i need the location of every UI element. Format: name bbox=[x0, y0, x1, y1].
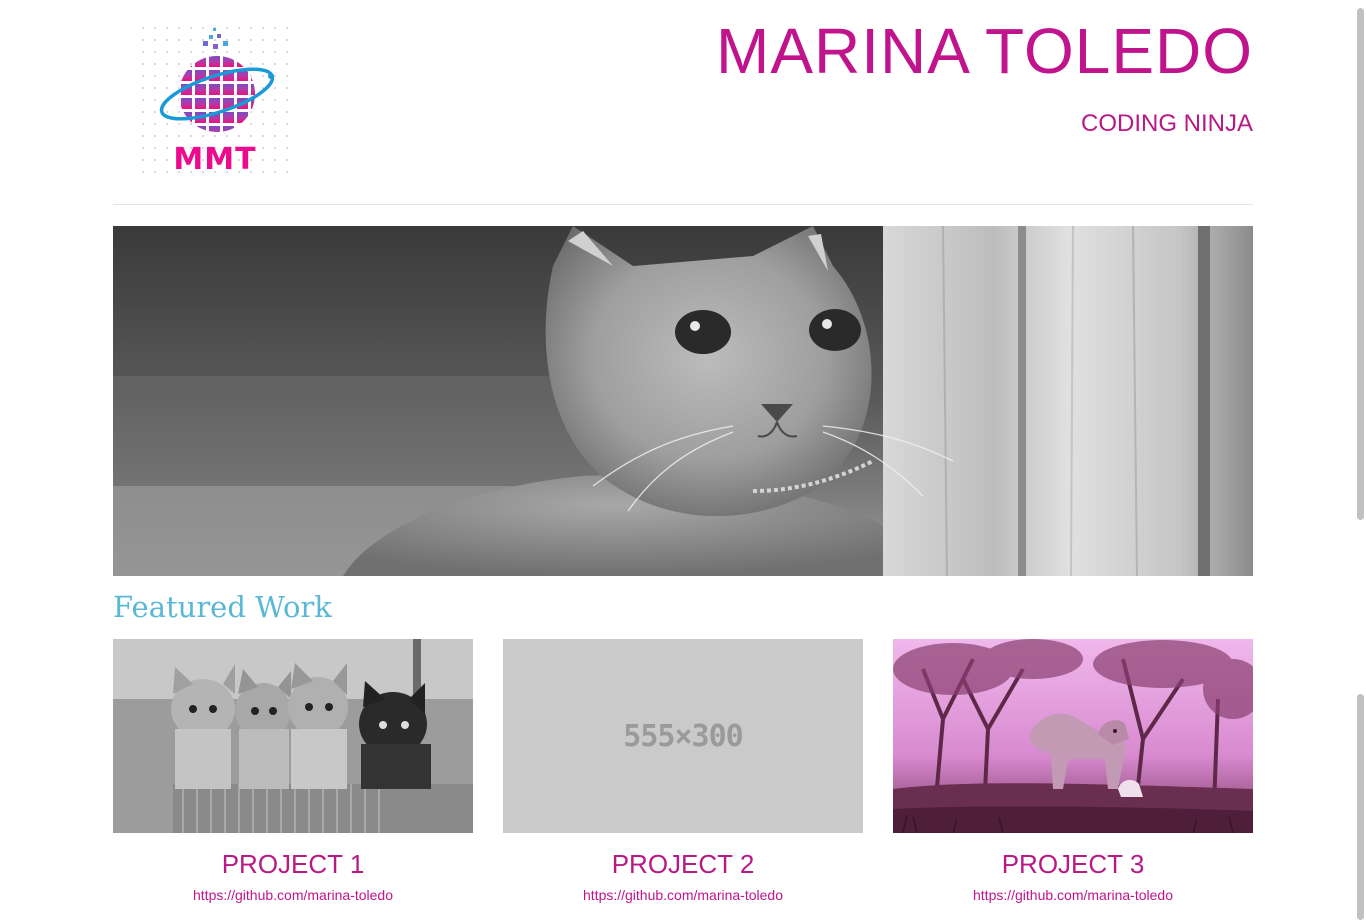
project-card-2: 555×300 PROJECT 2 https://github.com/mar… bbox=[503, 639, 863, 903]
project-3-link[interactable]: https://github.com/marina-toledo bbox=[893, 887, 1253, 903]
project-card-3: PROJECT 3 https://github.com/marina-tole… bbox=[893, 639, 1253, 903]
project-1-title: PROJECT 1 bbox=[221, 849, 365, 879]
disco-ball-icon bbox=[159, 28, 275, 132]
project-2-placeholder-image[interactable]: 555×300 bbox=[503, 639, 863, 833]
project-1-image[interactable] bbox=[113, 639, 473, 833]
featured-work-heading: Featured Work bbox=[113, 590, 332, 624]
project-2-link[interactable]: https://github.com/marina-toledo bbox=[503, 887, 863, 903]
projects-grid: PROJECT 1 https://github.com/marina-tole… bbox=[113, 639, 1253, 920]
project-3-image[interactable] bbox=[893, 639, 1253, 833]
hero-image bbox=[113, 226, 1253, 576]
scrollbar-thumb[interactable] bbox=[1357, 8, 1364, 520]
site-subtitle: CODING NINJA bbox=[1080, 110, 1253, 137]
project-3-title: PROJECT 3 bbox=[1001, 849, 1145, 879]
project-2-title: PROJECT 2 bbox=[611, 849, 755, 879]
logo[interactable]: MMT bbox=[137, 22, 293, 182]
scrollbar-thumb-lower[interactable] bbox=[1357, 694, 1364, 920]
header-divider bbox=[113, 204, 1253, 205]
project-card-1: PROJECT 1 https://github.com/marina-tole… bbox=[113, 639, 473, 903]
portfolio-page: MMT MARINA TOLEDO CODING NINJA Featured … bbox=[0, 0, 1366, 920]
project-1-link[interactable]: https://github.com/marina-toledo bbox=[113, 887, 473, 903]
logo-text: MMT bbox=[173, 142, 257, 177]
site-title: MARINA TOLEDO bbox=[716, 15, 1253, 87]
